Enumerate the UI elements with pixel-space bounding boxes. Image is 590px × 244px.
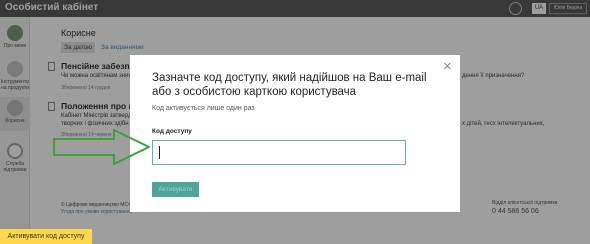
access-code-input[interactable] (152, 140, 406, 165)
access-code-label: Код доступу (152, 128, 192, 135)
arrow-annotation-icon (53, 129, 150, 165)
access-code-dialog: ✕ Зазначте код доступу, який надійшов на… (130, 55, 460, 212)
activate-button[interactable]: Активувати (152, 182, 199, 197)
close-icon[interactable]: ✕ (443, 60, 452, 73)
text-caret (159, 146, 160, 159)
dialog-hint: Код активується лише один раз (152, 105, 255, 112)
dialog-title: Зазначте код доступу, який надійшов на В… (152, 72, 427, 98)
activate-code-button[interactable]: Активувати код доступу (0, 229, 92, 244)
